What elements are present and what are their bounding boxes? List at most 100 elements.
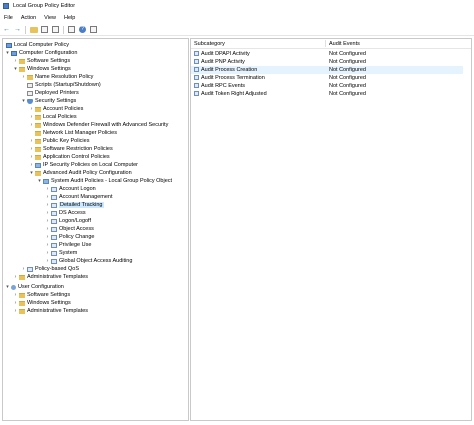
tree-label: Policy-based QoS xyxy=(35,266,80,272)
tree-item-name-resolution-policy[interactable]: › Name Resolution Policy xyxy=(21,73,94,81)
tree-item-detailed-tracking[interactable]: › Detailed Tracking xyxy=(45,201,104,209)
tree-item-user-software-settings[interactable]: › Software Settings xyxy=(13,291,70,299)
tree-item-policy-based-qos[interactable]: › Policy-based QoS xyxy=(21,265,79,273)
expand-icon[interactable]: › xyxy=(29,154,34,160)
tree-item-software-restriction[interactable]: › Software Restriction Policies xyxy=(29,145,113,153)
expand-icon[interactable]: › xyxy=(29,162,34,168)
expand-icon[interactable]: › xyxy=(45,186,50,192)
tree-label: Advanced Audit Policy Configuration xyxy=(43,170,132,176)
audit-setting-icon xyxy=(194,51,199,56)
tree-item-computer-configuration[interactable]: ▾ Computer Configuration xyxy=(5,49,77,57)
tree-item-object-access[interactable]: › Object Access xyxy=(45,225,94,233)
tree-item-network-list[interactable]: Network List Manager Policies xyxy=(29,129,117,137)
folder-icon xyxy=(35,130,41,136)
list-item[interactable]: Audit DPAPI Activity Not Configured xyxy=(191,50,463,58)
tree-item-ip-security[interactable]: › IP Security Policies on Local Computer xyxy=(29,161,138,169)
tree-item-root[interactable]: Local Computer Policy xyxy=(5,41,69,49)
tree-item-security-settings[interactable]: ▾ Security Settings xyxy=(21,97,76,105)
audit-setting-icon xyxy=(194,83,199,88)
expand-icon[interactable]: › xyxy=(45,218,50,224)
list-item-name: Audit Process Creation xyxy=(201,67,258,73)
expand-icon[interactable]: › xyxy=(21,74,26,80)
menu-help[interactable]: Help xyxy=(60,15,79,21)
scripts-icon xyxy=(27,82,33,88)
list-item[interactable]: Audit Token Right Adjusted Not Configure… xyxy=(191,90,463,98)
list-item-highlighted[interactable]: Audit Process Creation Not Configured xyxy=(191,66,463,74)
tree-label: DS Access xyxy=(59,210,86,216)
tree-item-application-control[interactable]: › Application Control Policies xyxy=(29,153,110,161)
menu-action[interactable]: Action xyxy=(17,15,40,21)
tree-item-system[interactable]: › System xyxy=(45,249,78,257)
column-divider[interactable] xyxy=(325,40,326,47)
collapse-icon[interactable]: ▾ xyxy=(29,170,34,176)
properties-button[interactable] xyxy=(51,25,60,34)
expand-icon[interactable]: › xyxy=(45,226,50,232)
expand-icon[interactable]: › xyxy=(45,194,50,200)
tree-label: Application Control Policies xyxy=(43,154,110,160)
menu-file[interactable]: File xyxy=(0,15,17,21)
expand-icon[interactable]: › xyxy=(45,202,50,208)
expand-icon[interactable]: › xyxy=(13,308,18,314)
tree-item-administrative-templates[interactable]: › Administrative Templates xyxy=(13,273,88,281)
expand-icon[interactable]: › xyxy=(29,146,34,152)
view-button[interactable] xyxy=(89,25,98,34)
list-item[interactable]: Audit RPC Events Not Configured xyxy=(191,82,463,90)
expand-icon[interactable]: › xyxy=(29,106,34,112)
tree-label-selected: Detailed Tracking xyxy=(59,202,104,208)
menu-view[interactable]: View xyxy=(40,15,60,21)
collapse-icon[interactable]: ▾ xyxy=(13,66,18,72)
tree-item-user-configuration[interactable]: ▾ User Configuration xyxy=(5,283,64,291)
expand-icon[interactable]: › xyxy=(13,300,18,306)
collapse-icon[interactable]: ▾ xyxy=(5,50,10,56)
expand-icon[interactable]: › xyxy=(45,258,50,264)
expand-icon[interactable]: › xyxy=(29,114,34,120)
tree-item-deployed-printers[interactable]: Deployed Printers xyxy=(21,89,79,97)
tree-item-account-policies[interactable]: › Account Policies xyxy=(29,105,84,113)
expand-icon[interactable]: › xyxy=(45,210,50,216)
toolbar-separator xyxy=(63,25,64,34)
tree-item-account-logon[interactable]: › Account Logon xyxy=(45,185,96,193)
audit-category-icon xyxy=(51,218,57,224)
collapse-icon[interactable]: ▾ xyxy=(5,284,10,290)
tree-item-public-key[interactable]: › Public Key Policies xyxy=(29,137,90,145)
expand-icon[interactable]: › xyxy=(13,274,18,280)
expand-icon[interactable]: › xyxy=(29,122,34,128)
collapse-icon[interactable]: ▾ xyxy=(21,98,26,104)
column-header-audit-events[interactable]: Audit Events xyxy=(329,41,360,47)
list-item-name: Audit Token Right Adjusted xyxy=(201,91,267,97)
expand-icon[interactable]: › xyxy=(45,242,50,248)
tree-item-logon-logoff[interactable]: › Logon/Logoff xyxy=(45,217,91,225)
up-folder-button[interactable] xyxy=(29,25,38,34)
tree-item-global-object-access[interactable]: › Global Object Access Auditing xyxy=(45,257,133,265)
export-list-button[interactable] xyxy=(67,25,76,34)
tree-item-firewall[interactable]: › Windows Defender Firewall with Advance… xyxy=(29,121,169,129)
tree-item-user-windows-settings[interactable]: › Windows Settings xyxy=(13,299,71,307)
show-hide-tree-button[interactable] xyxy=(40,25,49,34)
list-item[interactable]: Audit Process Termination Not Configured xyxy=(191,74,463,82)
expand-icon[interactable]: › xyxy=(13,292,18,298)
expand-icon[interactable]: › xyxy=(45,250,50,256)
help-button[interactable]: ? xyxy=(78,25,87,34)
tree-item-ds-access[interactable]: › DS Access xyxy=(45,209,86,217)
column-header-subcategory[interactable]: Subcategory xyxy=(194,41,225,47)
tree-item-policy-change[interactable]: › Policy Change xyxy=(45,233,95,241)
tree-item-advanced-audit[interactable]: ▾ Advanced Audit Policy Configuration xyxy=(29,169,132,177)
expand-icon[interactable]: › xyxy=(45,234,50,240)
tree-item-local-policies[interactable]: › Local Policies xyxy=(29,113,77,121)
expand-icon[interactable]: › xyxy=(21,266,26,272)
expand-icon[interactable]: › xyxy=(29,138,34,144)
tree-item-privilege-use[interactable]: › Privilege Use xyxy=(45,241,92,249)
expand-icon[interactable]: › xyxy=(13,58,18,64)
tree-item-user-administrative-templates[interactable]: › Administrative Templates xyxy=(13,307,88,315)
forward-arrow-icon[interactable]: → xyxy=(13,25,22,34)
tree-item-scripts[interactable]: Scripts (Startup/Shutdown) xyxy=(21,81,101,89)
console-tree: Local Computer Policy ▾ Computer Configu… xyxy=(2,38,189,421)
tree-item-software-settings[interactable]: › Software Settings xyxy=(13,57,70,65)
tree-item-system-audit-policies[interactable]: ▾ System Audit Policies - Local Group Po… xyxy=(37,177,172,185)
list-item[interactable]: Audit PNP Activity Not Configured xyxy=(191,58,463,66)
back-arrow-icon[interactable]: ← xyxy=(2,25,11,34)
tree-item-windows-settings[interactable]: ▾ Windows Settings xyxy=(13,65,70,73)
collapse-icon[interactable]: ▾ xyxy=(37,178,42,184)
help-icon: ? xyxy=(79,26,86,33)
tree-item-account-management[interactable]: › Account Management xyxy=(45,193,113,201)
